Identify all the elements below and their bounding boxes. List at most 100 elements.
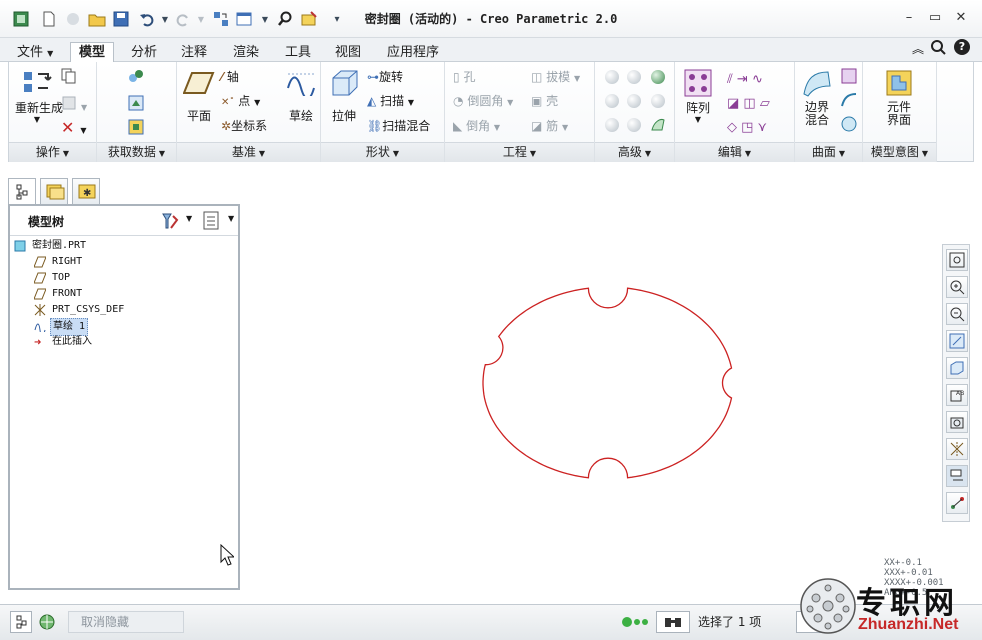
fill-surface-icon[interactable] [841,68,857,87]
axis-label: 轴 [226,70,239,84]
point-button[interactable]: ✕˟ 点 ▼ [221,92,260,109]
tree-item-label: 密封圈.PRT [32,240,87,251]
minimize-ribbon-icon[interactable]: ︽ [912,40,924,57]
tree-item-label: PRT_CSYS_DEF [52,304,125,315]
seal-ring-sketch[interactable] [248,178,938,598]
shell-label: 壳 [546,94,559,108]
command-search-icon[interactable] [930,39,946,58]
group-label-advanced[interactable]: 高级 ▼ [595,142,674,162]
sketch-icon [34,323,46,332]
group-editing: 阵列 ▼ ⫽ ⇥ ∿ ◪ ◫ ▱ ◇ ◳ ⋎ 编辑 ▼ [675,62,795,162]
chamfer-icon: ◣ [453,119,463,133]
tab-annotate[interactable]: 注释 [172,42,216,62]
watermark-en: Zhuanzhi.Net [858,616,959,633]
graphics-window[interactable] [248,178,938,598]
csys-button[interactable]: ✲坐标系 [221,117,267,134]
tree-settings-icon[interactable] [160,212,180,233]
edit-tools-icons[interactable]: ⫽ ⇥ ∿ ◪ ◫ ▱ ◇ ◳ ⋎ [727,68,770,140]
model-tree-title: 模型树 [28,215,65,229]
minimize-icon[interactable]: – [898,8,920,28]
saved-views-icon[interactable]: AB [946,384,968,406]
shrinkwrap-button[interactable] [127,118,145,139]
group-label-get-data[interactable]: 获取数据 ▼ [97,142,176,162]
plane-button[interactable]: 平面 [181,70,217,124]
chevron-down-icon[interactable]: ▼ [186,214,192,223]
annotation-display-icon[interactable] [946,465,968,487]
advanced-green-icon[interactable] [651,70,665,84]
copy-button[interactable] [61,68,77,87]
tab-model-tree[interactable] [8,178,36,205]
hole-label: 孔 [463,70,476,84]
ribbon-tab-bar: 文件 ▼ 模型 分析 注释 渲染 工具 视图 应用程序 ︽ ? [0,38,982,63]
freestyle-icon[interactable] [841,116,857,135]
sweep-button[interactable]: ◭ 扫描 ▼ [367,92,414,109]
chamfer-label: 倒角 [466,119,491,133]
group-label-operations[interactable]: 操作 ▼ [9,142,96,162]
repaint-icon[interactable] [946,330,968,352]
mirror-icon[interactable]: ⫽ ⇥ ∿ [727,68,770,92]
swept-blend-button[interactable]: ⛓扫描混合 [367,117,430,134]
style-surface-icon[interactable] [841,92,857,111]
component-interface-button[interactable]: 元件界面 [877,68,921,127]
delete-button[interactable]: ✕ ▼ [61,118,87,137]
close-icon[interactable]: ✕ [950,8,972,28]
sweep-label: 扫描 [380,94,405,108]
sketch-large-icon [287,73,315,100]
tab-analysis[interactable]: 分析 [122,42,166,62]
tab-render[interactable]: 渲染 [224,42,268,62]
zoom-in-icon[interactable] [946,276,968,298]
datum-display-icon[interactable] [946,438,968,460]
sketch-button[interactable]: 草绘 [285,70,317,124]
restore-icon[interactable]: ▭ [924,8,946,28]
round-button: ◔ 倒圆角 ▼ [453,94,514,108]
refit-icon[interactable] [946,249,968,271]
udf-button[interactable] [127,68,145,89]
group-label-engineering[interactable]: 工程 ▼ [445,142,594,162]
pattern-button[interactable]: 阵列 ▼ [681,68,715,124]
status-message: 取消隐藏 [68,611,184,633]
display-style-icon[interactable] [946,357,968,379]
tab-tools[interactable]: 工具 [276,42,320,62]
tab-file[interactable]: 文件 ▼ [8,42,62,62]
group-engineering: ▯ 孔 ◔ 倒圆角 ▼ ◣ 倒角 ▼ ◫ 拔模 ▼ ▣ 壳 ◪ 筋 ▼ 工程 ▼ [445,62,595,162]
group-label-datum[interactable]: 基准 ▼ [177,142,320,162]
tree-item-label: TOP [52,272,71,283]
sketch-outline[interactable] [482,287,733,479]
chevron-down-icon[interactable]: ▼ [228,214,234,223]
boundary-blend-button[interactable]: 边界混合 [799,68,835,127]
warp-icon[interactable] [649,116,667,137]
revolve-button[interactable]: ⊶旋转 [367,68,403,85]
draft-button: ◫ 拔模 ▼ [531,70,581,84]
tab-folder-browser[interactable] [40,178,68,204]
zoom-out-icon[interactable] [946,303,968,325]
trim-icon[interactable]: ◪ ◫ ▱ [727,92,770,116]
extrude-button[interactable]: 拉伸 [327,68,361,124]
tab-favorites[interactable]: ✱ [72,178,100,204]
advanced-dot-icon [605,118,619,132]
regenerate-button[interactable]: 重新生成 ▼ [15,68,63,124]
tab-model[interactable]: 模型 [70,42,115,63]
copy-geometry-button[interactable] [127,94,145,115]
tab-view[interactable]: 视图 [326,42,370,62]
group-label-shapes[interactable]: 形状 ▼ [321,142,444,162]
find-icon[interactable] [656,611,690,633]
rib-icon: ◪ [531,119,543,133]
tree-filter-icon[interactable] [202,211,220,234]
advanced-dot-icon [627,94,641,108]
axis-button[interactable]: ⁄ 轴 [221,68,239,85]
spin-center-icon[interactable] [946,492,968,514]
rib-button: ◪ 筋 ▼ [531,119,569,133]
offset-icon[interactable]: ◇ ◳ ⋎ [727,116,770,140]
extrude-label: 拉伸 [331,109,356,123]
group-label-model-intent[interactable]: 模型意图 ▼ [863,142,936,162]
group-label-editing[interactable]: 编辑 ▼ [675,142,794,162]
browser-toggle-icon[interactable] [36,611,58,633]
help-icon[interactable]: ? [954,39,970,55]
view-manager-icon[interactable] [946,411,968,433]
group-label-surfaces[interactable]: 曲面 ▼ [795,142,862,162]
chevron-down-icon: ▼ [47,49,54,58]
tab-applications[interactable]: 应用程序 [378,42,448,62]
navigator-toggle-icon[interactable] [10,611,32,633]
advanced-dot-icon [605,70,619,84]
part-icon [14,240,26,252]
